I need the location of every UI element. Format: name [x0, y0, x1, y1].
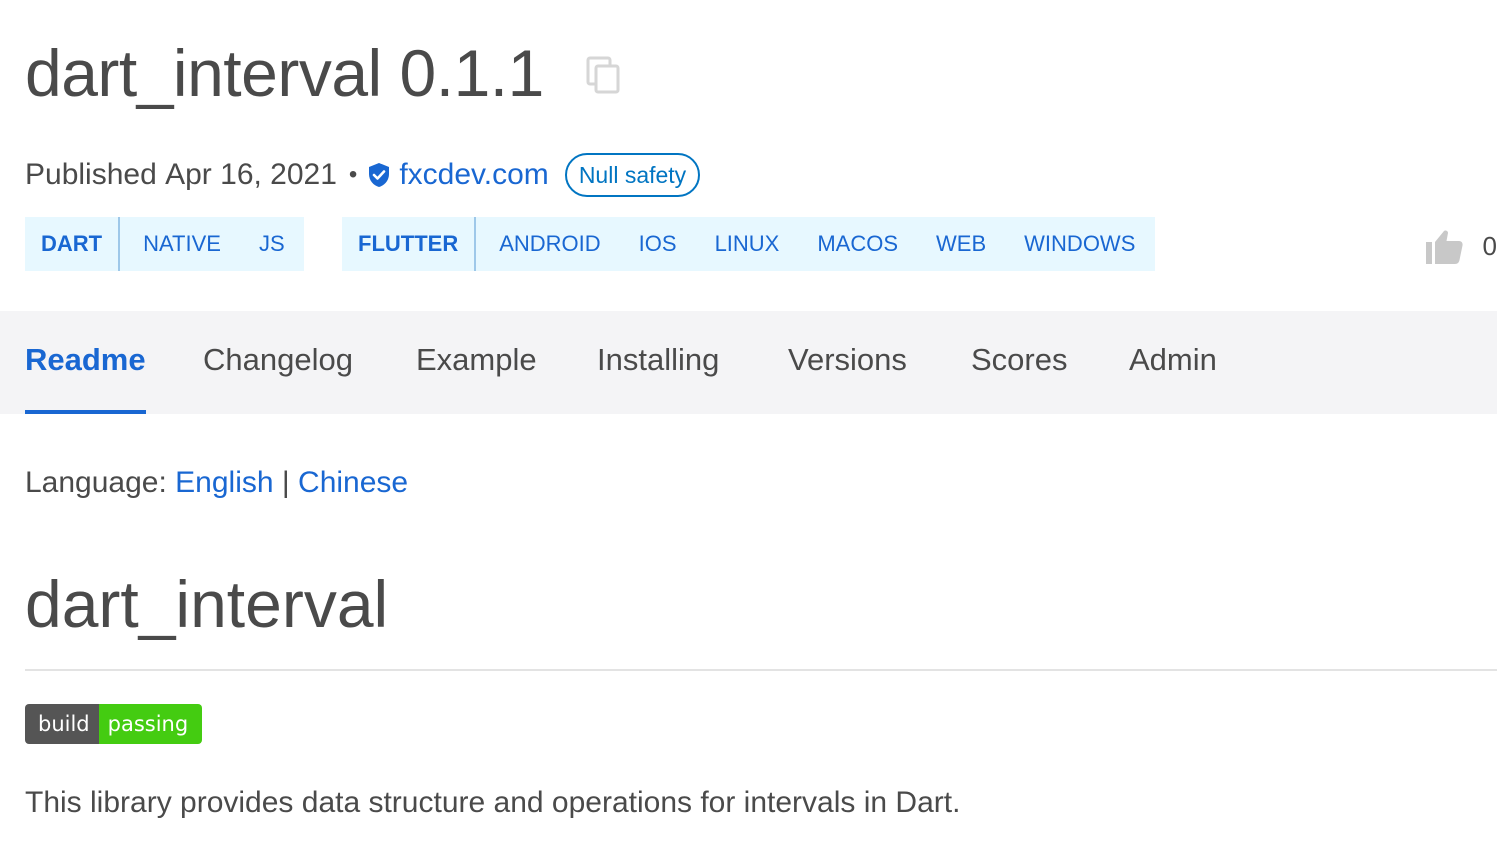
build-status-badge[interactable]: build passing — [25, 704, 203, 744]
title-row: dart_interval 0.1.1 — [25, 28, 622, 118]
tag-platform-linux[interactable]: LINUX — [696, 217, 799, 271]
tab-installing[interactable]: Installing — [597, 311, 719, 414]
language-english-link[interactable]: English — [175, 466, 273, 499]
tag-platform-web[interactable]: WEB — [917, 217, 1005, 271]
copy-icon[interactable] — [586, 56, 622, 96]
like-count: 0 — [1482, 230, 1497, 261]
tab-example[interactable]: Example — [416, 311, 537, 414]
sdk-tag-dart: DART NATIVE JS — [25, 217, 304, 271]
badge-status: passing — [98, 704, 203, 744]
tag-sdk-dart[interactable]: DART — [25, 217, 121, 271]
detail-tabs: Readme Changelog Example Installing Vers… — [0, 311, 1497, 414]
tag-platform-native[interactable]: NATIVE — [120, 217, 240, 271]
tag-sdk-flutter[interactable]: FLUTTER — [342, 217, 477, 271]
tab-versions[interactable]: Versions — [788, 311, 907, 414]
package-page: dart_interval 0.1.1 Published Apr 16, 20… — [0, 0, 1507, 842]
publisher-link[interactable]: fxcdev.com — [399, 158, 549, 192]
tag-platform-js[interactable]: JS — [240, 217, 304, 271]
tag-platform-android[interactable]: ANDROID — [476, 217, 619, 271]
language-label: Language: — [25, 466, 167, 499]
published-date: Apr 16, 2021 — [165, 158, 337, 191]
tab-admin[interactable]: Admin — [1129, 311, 1217, 414]
tab-scores[interactable]: Scores — [971, 311, 1067, 414]
tab-readme[interactable]: Readme — [25, 311, 146, 414]
thumb-up-icon[interactable] — [1425, 226, 1465, 266]
like-widget: 0 — [1425, 226, 1497, 266]
null-safety-badge[interactable]: Null safety — [564, 153, 701, 197]
tag-platform-ios[interactable]: IOS — [620, 217, 696, 271]
package-meta: Published Apr 16, 2021 • fxcdev.com Null… — [25, 152, 701, 198]
tab-changelog[interactable]: Changelog — [203, 311, 353, 414]
meta-separator: • — [348, 161, 358, 188]
language-selector: Language: English | Chinese — [25, 466, 408, 500]
heading-divider — [25, 669, 1497, 671]
verified-publisher-icon — [367, 162, 391, 188]
tag-platform-windows[interactable]: WINDOWS — [1005, 217, 1154, 271]
readme-heading: dart_interval — [25, 567, 389, 641]
readme-description: This library provides data structure and… — [25, 786, 961, 819]
badge-label: build — [25, 704, 99, 744]
sdk-tag-flutter: FLUTTER ANDROID IOS LINUX MACOS WEB WIND… — [342, 217, 1155, 271]
tag-platform-macos[interactable]: MACOS — [798, 217, 917, 271]
language-separator: | — [281, 466, 290, 499]
package-title: dart_interval 0.1.1 — [25, 36, 544, 110]
language-chinese-link[interactable]: Chinese — [298, 466, 408, 499]
published-label: Published — [25, 158, 157, 191]
